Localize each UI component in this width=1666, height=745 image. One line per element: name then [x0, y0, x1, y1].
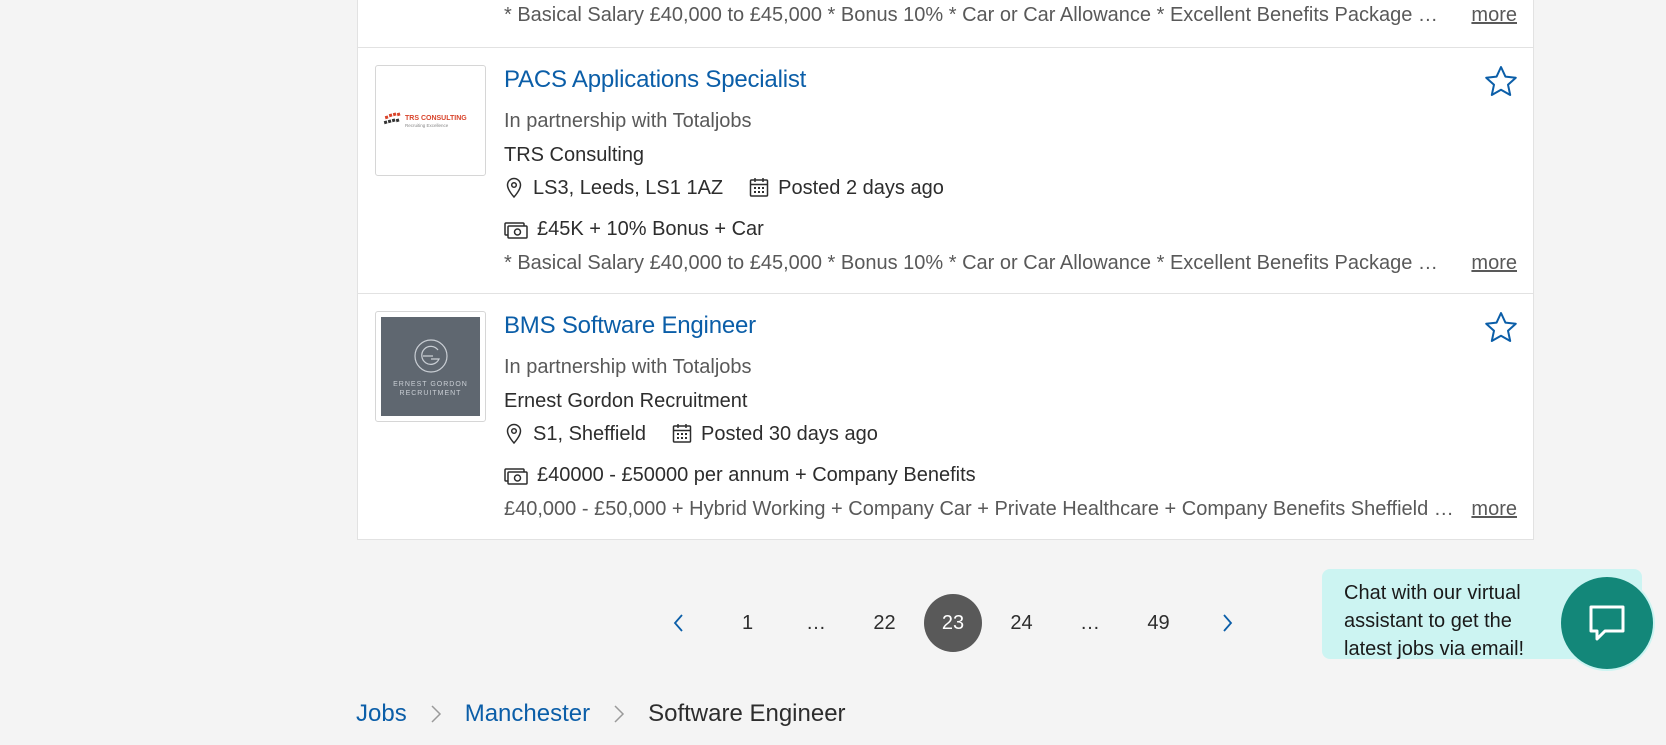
pagination: 1 … 22 23 24 … 49 [650, 594, 1267, 652]
partner-text: In partnership with Totaljobs [504, 356, 752, 378]
job-title-link[interactable]: PACS Applications Specialist [504, 66, 806, 94]
job-card: * Basical Salary £40,000 to £45,000 * Bo… [358, 0, 1533, 47]
save-job-star-icon[interactable] [1483, 310, 1519, 346]
next-page-button[interactable] [1198, 594, 1256, 652]
breadcrumb-current: Software Engineer [648, 700, 846, 727]
chevron-right-icon [431, 705, 441, 723]
job-description: * Basical Salary £40,000 to £45,000 * Bo… [504, 4, 1438, 26]
job-results-list: * Basical Salary £40,000 to £45,000 * Bo… [357, 0, 1534, 540]
breadcrumb-link-jobs[interactable]: Jobs [356, 700, 407, 728]
location-pin-icon [506, 177, 522, 199]
job-description: * Basical Salary £40,000 to £45,000 * Bo… [504, 252, 1438, 274]
job-salary: £40000 - £50000 per annum + Company Bene… [504, 464, 976, 487]
logo-text: ERNEST GORDON RECRUITMENT [393, 380, 468, 397]
company-name: TRS Consulting [504, 144, 645, 166]
page-ellipsis: … [1080, 611, 1100, 634]
job-location: S1, Sheffield [533, 422, 647, 445]
more-link[interactable]: more [1471, 252, 1517, 275]
job-title-link[interactable]: BMS Software Engineer [504, 312, 756, 340]
money-icon [504, 467, 528, 485]
more-link[interactable]: more [1471, 498, 1517, 521]
job-meta: LS3, Leeds, LS1 1AZ Posted 2 days ago [504, 176, 944, 200]
more-link[interactable]: more [1471, 4, 1517, 27]
page-link[interactable]: 22 [856, 594, 914, 652]
posted-date: Posted 30 days ago [701, 422, 878, 445]
chevron-right-icon [1223, 614, 1233, 632]
job-meta: S1, Sheffield Posted 30 days ago [504, 422, 878, 446]
job-location: LS3, Leeds, LS1 1AZ [533, 176, 724, 199]
svg-text:TRS CONSULTING: TRS CONSULTING [405, 115, 467, 122]
trs-consulting-logo: TRS CONSULTING Recruiting Excellence [383, 112, 467, 128]
calendar-icon [749, 178, 769, 197]
company-logo[interactable]: TRS CONSULTING Recruiting Excellence [375, 65, 486, 176]
posted-date: Posted 2 days ago [778, 176, 944, 199]
job-card: TRS CONSULTING Recruiting Excellence PAC… [358, 47, 1533, 293]
chat-open-button[interactable] [1561, 577, 1653, 669]
partner-text: In partnership with Totaljobs [504, 110, 752, 132]
company-logo[interactable]: ERNEST GORDON RECRUITMENT [375, 311, 486, 422]
company-name: Ernest Gordon Recruitment [504, 390, 748, 412]
page-ellipsis: … [806, 611, 826, 634]
calendar-icon [672, 424, 692, 443]
svg-text:Recruiting Excellence: Recruiting Excellence [405, 123, 449, 128]
chevron-left-icon [673, 614, 683, 632]
salary-text: £40000 - £50000 per annum + Company Bene… [537, 464, 976, 486]
job-description: £40,000 - £50,000 + Hybrid Working + Com… [504, 498, 1454, 520]
ernest-gordon-logo-icon [413, 338, 448, 373]
previous-page-button[interactable] [650, 594, 708, 652]
chat-bubble-icon [1589, 605, 1625, 641]
page-link[interactable]: 49 [1130, 594, 1188, 652]
chevron-right-icon [614, 705, 625, 723]
job-card: ERNEST GORDON RECRUITMENT BMS Software E… [358, 293, 1533, 539]
page-link[interactable]: 24 [993, 594, 1051, 652]
breadcrumb-link-manchester[interactable]: Manchester [465, 700, 590, 728]
breadcrumb: Jobs Manchester Software Engineer [356, 700, 846, 728]
money-icon [504, 221, 528, 239]
location-pin-icon [506, 423, 522, 445]
salary-text: £45K + 10% Bonus + Car [537, 218, 764, 240]
page-link[interactable]: 1 [719, 594, 777, 652]
current-page[interactable]: 23 [924, 594, 982, 652]
save-job-star-icon[interactable] [1483, 64, 1519, 100]
chat-prompt-text: Chat with our virtual assistant to get t… [1344, 582, 1525, 659]
job-salary: £45K + 10% Bonus + Car [504, 218, 764, 241]
